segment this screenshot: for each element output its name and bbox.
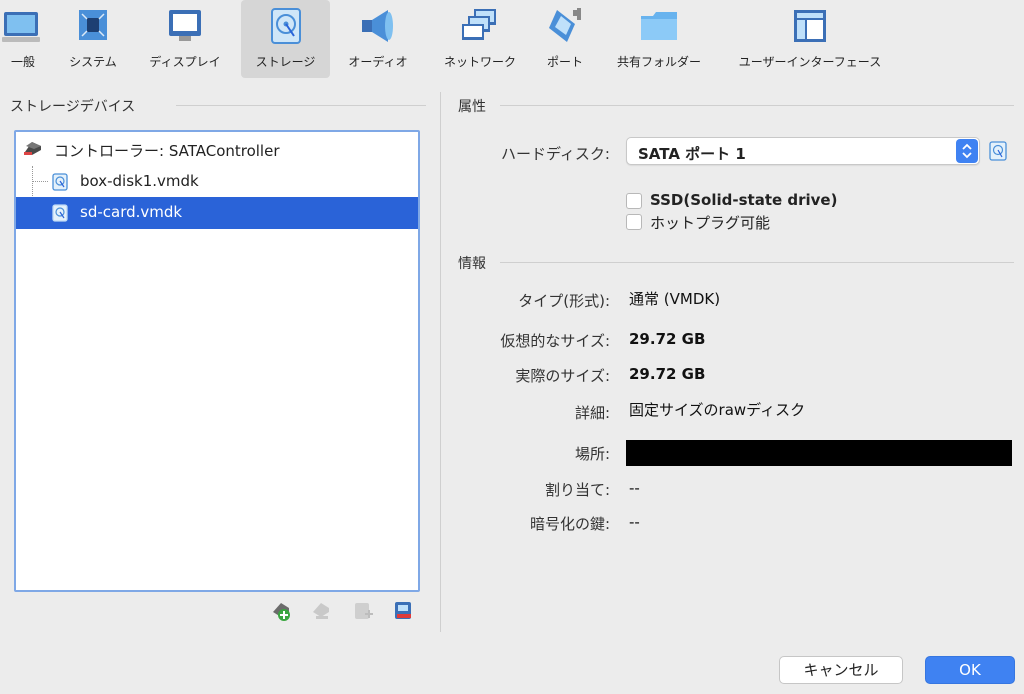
toolbar-item-general[interactable]: 一般 [0,0,46,78]
display-icon [169,10,201,41]
encryption-value: -- [629,513,640,531]
add-attachment-icon[interactable] [352,600,374,622]
tree-toolbar [270,600,420,626]
virtual-size-label: 仮想的なサイズ: [500,332,610,350]
storage-tree[interactable]: コントローラー: SATAController box-disk1.vmdk s… [14,130,420,592]
toolbar-label: ストレージ [255,55,316,69]
hard-disk-select-value: SATA ポート 1 [638,145,746,163]
toolbar-item-ports[interactable]: ポート [538,0,592,78]
ssd-label: SSD(Solid-state drive) [650,191,838,209]
chip-icon [79,10,107,40]
toolbar-item-storage[interactable]: ストレージ [241,0,330,78]
actual-size-value: 29.72 GB [629,365,706,383]
actual-size-label: 実際のサイズ: [515,367,610,385]
toolbar-label: 一般 [10,55,35,69]
toolbar-item-system[interactable]: システム [62,0,124,78]
hard-disk-icon [52,173,68,191]
panel-divider [440,92,441,632]
toolbar-label: 共有フォルダー [616,55,701,69]
shared-folder-icon [641,12,677,40]
network-icon [462,9,496,40]
tree-row-disk[interactable]: sd-card.vmdk [16,197,418,229]
virtual-size-value: 29.72 GB [629,330,706,348]
hotplug-label: ホットプラグ可能 [650,214,771,232]
hard-disk-icon [52,204,68,222]
remove-controller-icon[interactable] [310,600,332,622]
controller-label: コントローラー: SATAController [54,142,280,160]
toolbar-label: ユーザーインターフェース [738,55,882,69]
attached-label: 割り当て: [544,481,610,499]
settings-toolbar: 一般 システム ディスプレイ ストレージ オーディオ ネットワーク ポート 共有… [0,0,1024,80]
location-value-redacted [626,440,1012,466]
type-value: 通常 (VMDK) [629,290,721,308]
toolbar-label: ポート [546,55,583,69]
storage-disk-icon [270,8,301,44]
add-controller-icon[interactable] [270,600,292,622]
ssd-checkbox[interactable] [626,193,642,209]
hard-disk-select[interactable]: SATA ポート 1 [626,137,980,165]
tree-row-disk[interactable]: box-disk1.vmdk [16,166,418,198]
toolbar-item-display[interactable]: ディスプレイ [138,0,232,78]
encryption-label: 暗号化の鍵: [529,515,610,533]
details-label: 詳細: [574,404,610,422]
section-rule [500,262,1014,263]
hard-disk-label: ハードディスク: [500,145,610,163]
toolbar-item-user-interface[interactable]: ユーザーインターフェース [726,0,894,78]
user-interface-icon [794,10,826,42]
toolbar-item-shared-folders[interactable]: 共有フォルダー [610,0,708,78]
disk-label: box-disk1.vmdk [80,172,199,190]
attached-value: -- [629,479,640,497]
section-rule [500,105,1014,106]
serial-port-icon [549,8,581,42]
ok-button[interactable]: OK [925,656,1015,684]
controller-icon [24,142,41,155]
updown-chevron-icon [956,139,978,163]
remove-attachment-icon[interactable] [392,600,414,622]
speaker-icon [362,10,393,42]
type-label: タイプ(形式): [518,292,610,310]
disk-label: sd-card.vmdk [80,203,183,221]
attributes-title: 属性 [458,99,486,115]
cancel-button[interactable]: キャンセル [779,656,903,684]
toolbar-label: ディスプレイ [149,55,221,69]
toolbar-label: ネットワーク [443,55,516,69]
toolbar-label: オーディオ [348,55,408,69]
choose-disk-icon[interactable] [988,141,1008,161]
monitor-general-icon [2,12,40,42]
storage-devices-title: ストレージデバイス [10,99,136,115]
section-rule [176,105,426,106]
info-title: 情報 [458,256,486,272]
hotplug-checkbox[interactable] [626,214,642,230]
toolbar-label: システム [69,55,117,69]
location-label: 場所: [574,445,610,463]
details-value: 固定サイズのrawディスク [629,401,806,419]
toolbar-item-audio[interactable]: オーディオ [340,0,416,78]
toolbar-item-network[interactable]: ネットワーク [434,0,526,78]
tree-row-controller[interactable]: コントローラー: SATAController [16,134,418,166]
